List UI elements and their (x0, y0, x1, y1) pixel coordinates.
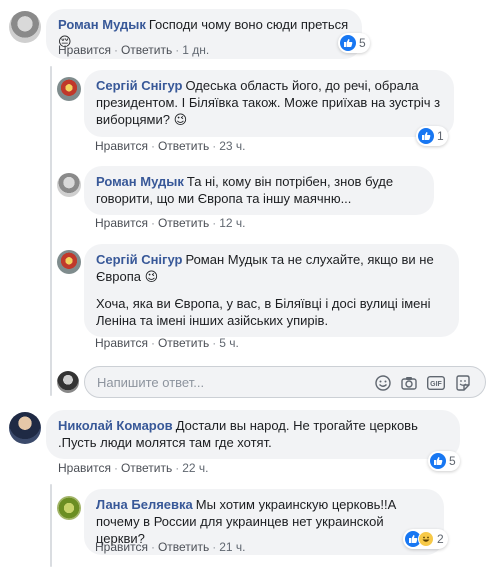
smiley-icon[interactable] (373, 373, 393, 393)
gif-icon[interactable]: GIF (426, 373, 446, 393)
comment-emoji: 😉 (144, 270, 159, 285)
avatar[interactable] (9, 412, 41, 444)
sticker-icon[interactable] (453, 373, 473, 393)
comment-author[interactable]: Роман Мудык (96, 174, 184, 189)
comment-actions: Нравится · Ответить · 5 ч. (95, 336, 239, 350)
reply-input[interactable] (97, 375, 337, 390)
reply-button[interactable]: Ответить (121, 43, 172, 57)
timestamp[interactable]: 5 ч. (219, 336, 239, 350)
avatar[interactable] (57, 173, 81, 197)
comment-actions: Нравится · Ответить · 12 ч. (95, 216, 246, 230)
reaction-count[interactable]: 5 (338, 33, 370, 53)
avatar[interactable] (9, 11, 41, 43)
reaction-count[interactable]: 2 (403, 529, 448, 549)
comment-text: Господи чому воно сюди преться (148, 17, 349, 32)
avatar[interactable] (57, 77, 81, 101)
timestamp[interactable]: 1 дн. (182, 43, 209, 57)
like-button[interactable]: Нравится (58, 43, 111, 57)
reply-input-box[interactable]: GIF (84, 366, 486, 398)
like-icon (418, 128, 434, 144)
comment-author[interactable]: Роман Мудык (58, 17, 146, 32)
reaction-number: 1 (437, 129, 444, 143)
like-button[interactable]: Нравится (95, 216, 148, 230)
like-icon (340, 35, 356, 51)
comment-actions: Нравится · Ответить · 23 ч. (95, 139, 246, 153)
svg-text:GIF: GIF (430, 381, 442, 388)
reaction-number: 2 (437, 532, 444, 546)
comment-author[interactable]: Сергій Снігур (96, 252, 182, 267)
reply-button[interactable]: Ответить (158, 336, 209, 350)
comment-bubble: Сергій Снігур Роман Мудык та не слухайте,… (84, 244, 459, 337)
haha-icon (418, 531, 434, 547)
camera-icon[interactable] (399, 373, 419, 393)
comment-bubble: Роман Мудык Та ні, кому він потрібен, зно… (84, 166, 434, 215)
reply-button[interactable]: Ответить (121, 461, 172, 475)
reaction-count[interactable]: 5 (428, 451, 460, 471)
thread-line (50, 66, 52, 396)
avatar (57, 371, 79, 393)
avatar[interactable] (57, 250, 81, 274)
avatar[interactable] (57, 496, 81, 520)
comment-author[interactable]: Сергій Снігур (96, 78, 182, 93)
comment-bubble: Николай Комаров Достали вы народ. Не трог… (46, 410, 460, 459)
reaction-number: 5 (449, 454, 456, 468)
reply-button[interactable]: Ответить (158, 540, 209, 554)
comment-author[interactable]: Лана Беляевка (96, 497, 193, 512)
reaction-number: 5 (359, 36, 366, 50)
comment-author[interactable]: Николай Комаров (58, 418, 173, 433)
reply-button[interactable]: Ответить (158, 139, 209, 153)
timestamp[interactable]: 21 ч. (219, 540, 245, 554)
thread-line (50, 484, 52, 567)
timestamp[interactable]: 12 ч. (219, 216, 245, 230)
like-button[interactable]: Нравится (58, 461, 111, 475)
timestamp[interactable]: 23 ч. (219, 139, 245, 153)
timestamp[interactable]: 22 ч. (182, 461, 208, 475)
like-button[interactable]: Нравится (95, 139, 148, 153)
comment-actions: Нравится · Ответить · 21 ч. (95, 540, 246, 554)
reaction-count[interactable]: 1 (416, 126, 448, 146)
comment-actions: Нравится · Ответить · 22 ч. (58, 461, 209, 475)
comment-text-2: Хоча, яка ви Європа, у вас, в Біляївці і… (96, 296, 431, 328)
like-button[interactable]: Нравится (95, 336, 148, 350)
comment-actions: Нравится · Ответить · 1 дн. (58, 43, 210, 57)
reply-button[interactable]: Ответить (158, 216, 209, 230)
comment-emoji: 😉 (173, 113, 188, 128)
like-icon (430, 453, 446, 469)
comment-bubble: Сергій Снігур Одеська область його, до ре… (84, 70, 454, 137)
like-button[interactable]: Нравится (95, 540, 148, 554)
